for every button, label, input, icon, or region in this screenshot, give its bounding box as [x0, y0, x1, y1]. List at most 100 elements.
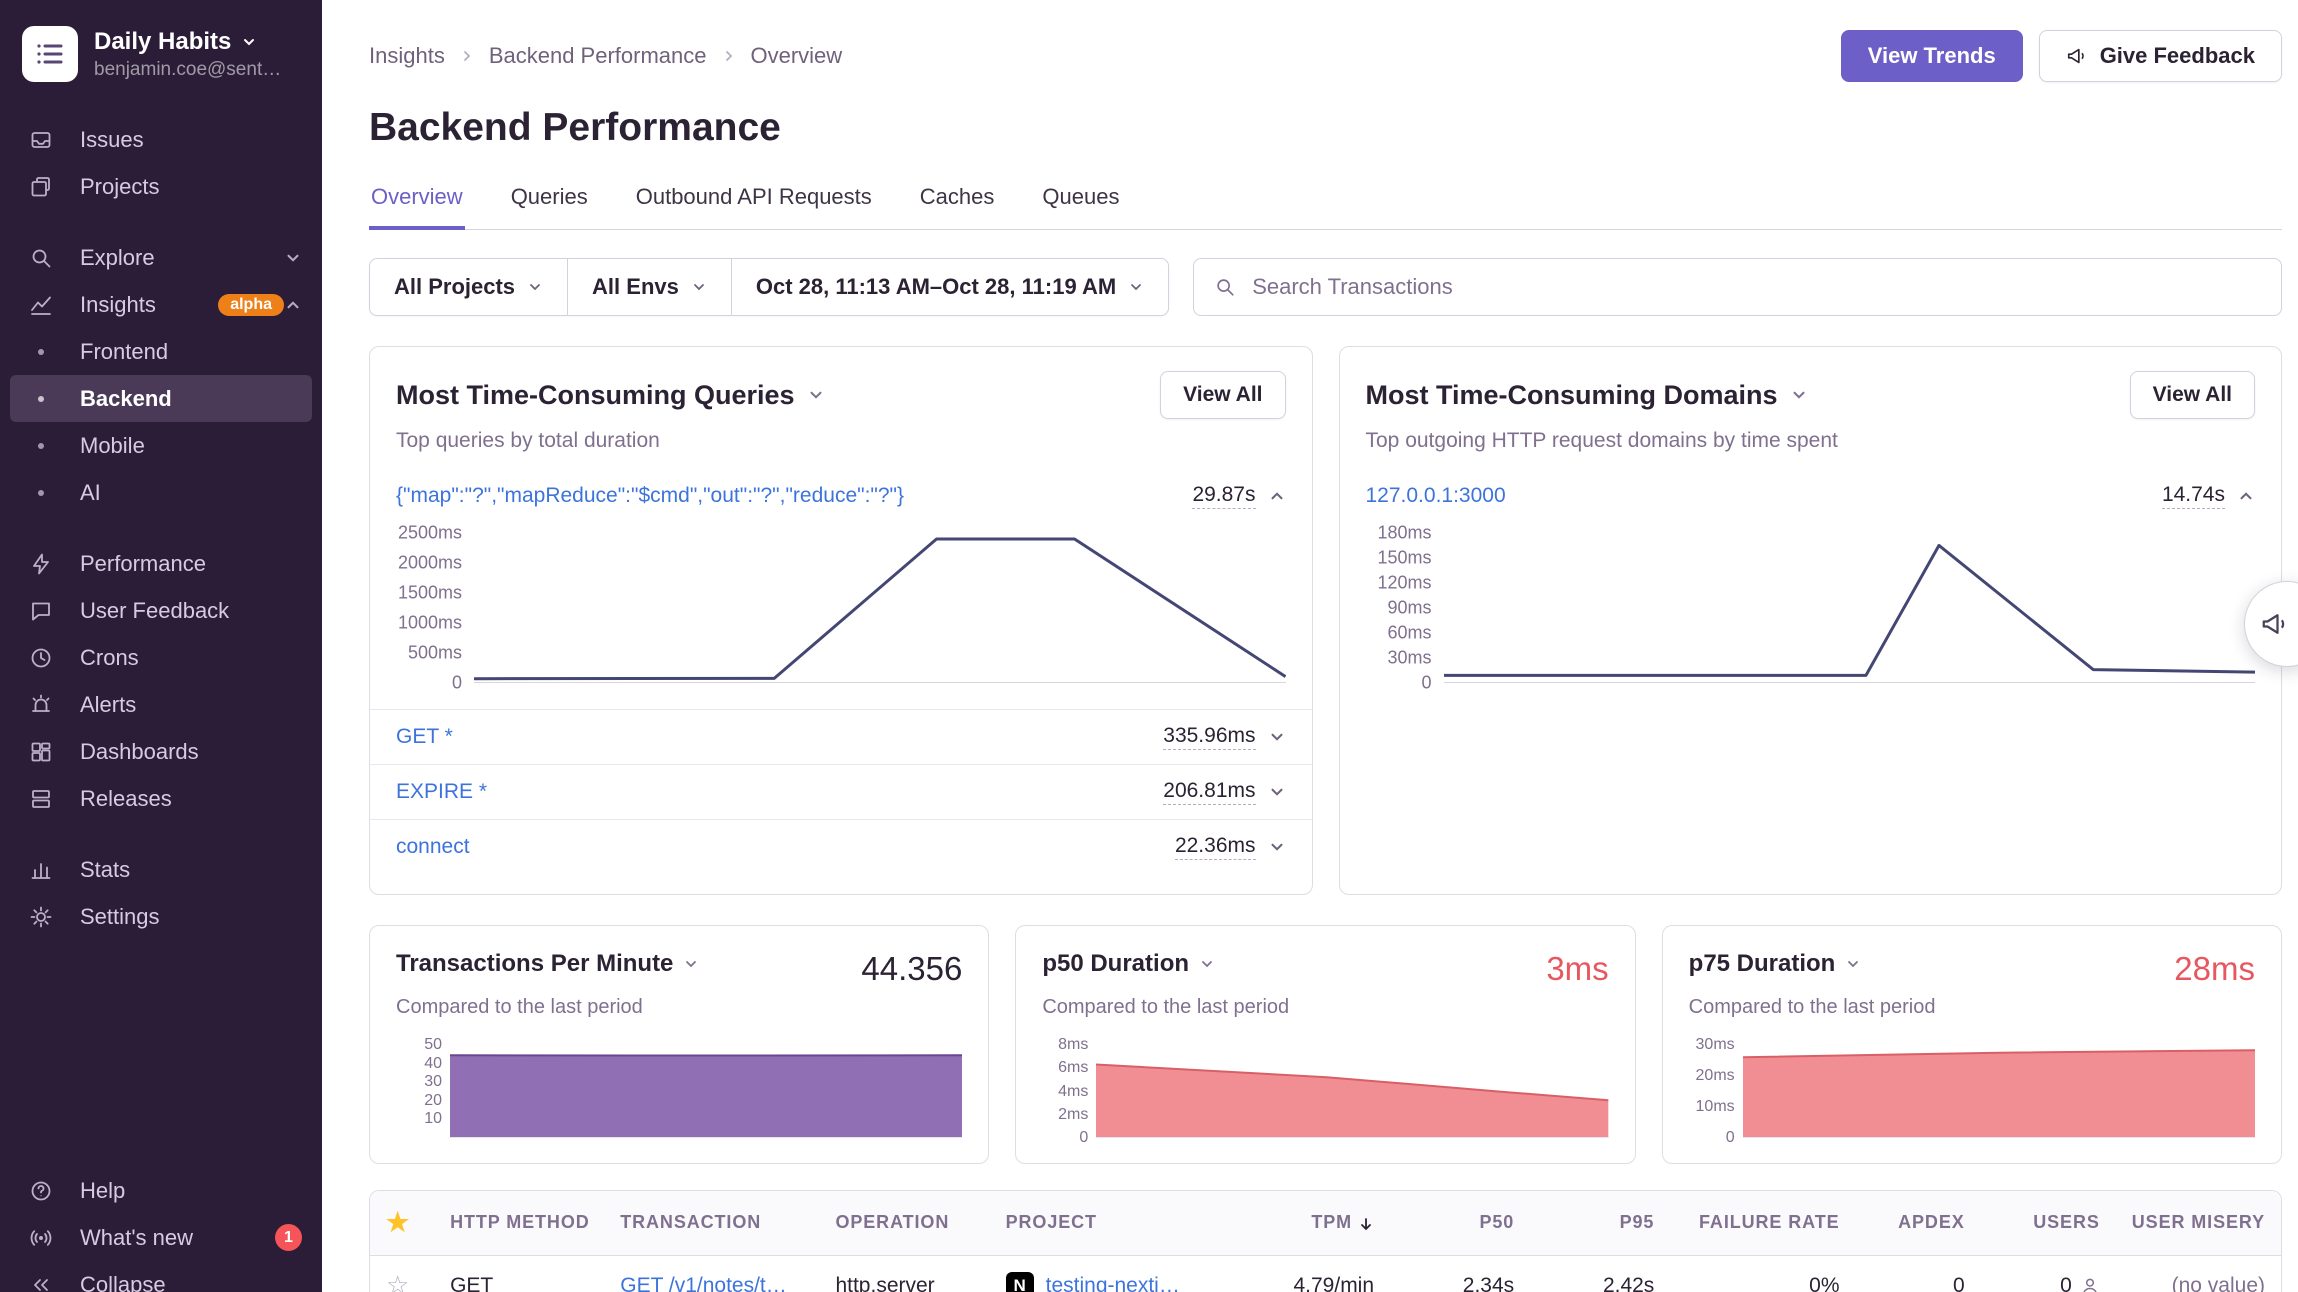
- sidebar-item-frontend[interactable]: Frontend: [10, 328, 312, 375]
- card-subtitle: Compared to the last period: [1042, 996, 1608, 1019]
- column-apdex[interactable]: APDEX: [1856, 1191, 1981, 1255]
- chevron-down-icon: [1268, 783, 1286, 801]
- failure-rate-cell: 0%: [1670, 1255, 1855, 1292]
- p50-chart: 8ms6ms4ms2ms0: [1042, 1045, 1608, 1138]
- sidebar-item-label: User Feedback: [80, 598, 302, 624]
- favorite-cell[interactable]: ☆: [370, 1255, 434, 1292]
- sidebar-item-collapse[interactable]: Collapse: [10, 1261, 312, 1292]
- sidebar-item-dashboards[interactable]: Dashboards: [10, 728, 312, 775]
- column-users[interactable]: USERS: [1981, 1191, 2116, 1255]
- column-p95[interactable]: P95: [1530, 1191, 1670, 1255]
- search-icon: [1214, 276, 1236, 298]
- chevron-down-icon: [683, 956, 699, 972]
- sidebar-group-tools: Performance User Feedback Crons: [0, 540, 322, 822]
- sidebar-item-alerts[interactable]: Alerts: [10, 681, 312, 728]
- tab-queues[interactable]: Queues: [1040, 182, 1121, 230]
- view-trends-button[interactable]: View Trends: [1841, 30, 2023, 82]
- chevron-up-icon: [284, 296, 302, 314]
- query-link[interactable]: EXPIRE *: [396, 780, 1151, 804]
- sidebar-item-label: Issues: [80, 127, 302, 153]
- sidebar-item-crons[interactable]: Crons: [10, 634, 312, 681]
- megaphone-icon: [2260, 609, 2290, 639]
- p75-card-title-dropdown[interactable]: p75 Duration: [1689, 950, 1862, 978]
- column-tpm-sorted[interactable]: TPM: [1225, 1191, 1390, 1255]
- sidebar-item-stats[interactable]: Stats: [10, 846, 312, 893]
- domain-link[interactable]: 127.0.0.1:3000: [1366, 484, 2150, 508]
- project-filter-label: All Projects: [394, 274, 515, 300]
- lightning-icon: [28, 551, 54, 577]
- query-link[interactable]: connect: [396, 835, 1163, 859]
- favorite-column-header[interactable]: ★: [370, 1191, 434, 1255]
- query-row[interactable]: connect 22.36ms: [370, 819, 1312, 874]
- star-icon: ★: [386, 1207, 410, 1237]
- chevron-up-icon: [1268, 487, 1286, 505]
- column-transaction[interactable]: TRANSACTION: [604, 1191, 819, 1255]
- queries-view-all-button[interactable]: View All: [1160, 371, 1285, 419]
- tab-queries[interactable]: Queries: [509, 182, 590, 230]
- chevron-down-icon: [527, 279, 543, 295]
- user-misery-cell: (no value): [2116, 1255, 2281, 1292]
- column-failure-rate[interactable]: FAILURE RATE: [1670, 1191, 1855, 1255]
- gear-icon: [28, 904, 54, 930]
- most-time-consuming-domains-panel: Most Time-Consuming Domains View All Top…: [1339, 346, 2283, 895]
- sidebar-footer: Help What's new 1 Collapse: [0, 1167, 322, 1292]
- sidebar-item-projects[interactable]: Projects: [10, 163, 312, 210]
- sidebar-item-explore[interactable]: Explore: [10, 234, 312, 281]
- sidebar-item-label: Collapse: [80, 1272, 302, 1292]
- date-range-filter[interactable]: Oct 28, 11:13 AM–Oct 28, 11:19 AM: [731, 259, 1168, 315]
- domain-row-expanded[interactable]: 127.0.0.1:3000 14.74s: [1340, 469, 2282, 523]
- sidebar-item-label: Mobile: [80, 433, 302, 459]
- tpm-card-title-dropdown[interactable]: Transactions Per Minute: [396, 950, 699, 978]
- give-feedback-button[interactable]: Give Feedback: [2039, 30, 2282, 82]
- column-user-misery[interactable]: USER MISERY: [2116, 1191, 2281, 1255]
- tpm-value: 44.356: [861, 950, 962, 988]
- environment-filter[interactable]: All Envs: [567, 259, 731, 315]
- domains-view-all-button[interactable]: View All: [2130, 371, 2255, 419]
- org-name: Daily Habits: [94, 28, 231, 56]
- query-row[interactable]: EXPIRE * 206.81ms: [370, 764, 1312, 819]
- give-feedback-label: Give Feedback: [2100, 43, 2255, 69]
- column-operation[interactable]: OPERATION: [819, 1191, 989, 1255]
- sidebar-item-label: Stats: [80, 857, 302, 883]
- sidebar-item-settings[interactable]: Settings: [10, 893, 312, 940]
- chevron-down-icon: [1790, 386, 1808, 404]
- p50-card-title-dropdown[interactable]: p50 Duration: [1042, 950, 1215, 978]
- query-link[interactable]: {"map":"?","mapReduce":"$cmd","out":"?",…: [396, 484, 1180, 508]
- sidebar-item-ai[interactable]: AI: [10, 469, 312, 516]
- sidebar-item-mobile[interactable]: Mobile: [10, 422, 312, 469]
- tpm-chart: 5040302010: [396, 1045, 962, 1138]
- tab-caches[interactable]: Caches: [918, 182, 997, 230]
- users-count: 0: [2060, 1274, 2072, 1292]
- tab-outbound-api-requests[interactable]: Outbound API Requests: [634, 182, 874, 230]
- queries-panel-title-dropdown[interactable]: Most Time-Consuming Queries: [396, 380, 825, 411]
- sidebar-item-issues[interactable]: Issues: [10, 116, 312, 163]
- column-p50[interactable]: P50: [1390, 1191, 1530, 1255]
- domains-panel-title-dropdown[interactable]: Most Time-Consuming Domains: [1366, 380, 1808, 411]
- query-link[interactable]: GET *: [396, 725, 1151, 749]
- sidebar-item-releases[interactable]: Releases: [10, 775, 312, 822]
- query-row-expanded[interactable]: {"map":"?","mapReduce":"$cmd","out":"?",…: [370, 469, 1312, 523]
- chevron-down-icon: [284, 249, 302, 267]
- sidebar-item-performance[interactable]: Performance: [10, 540, 312, 587]
- sidebar-group-meta: Stats Settings: [0, 846, 322, 940]
- transaction-link[interactable]: GET /v1/notes/t…: [620, 1274, 787, 1292]
- transaction-cell: GET /v1/notes/t…: [604, 1255, 819, 1292]
- sidebar-item-whats-new[interactable]: What's new 1: [10, 1214, 312, 1261]
- org-switcher[interactable]: Daily Habits benjamin.coe@sent…: [0, 22, 322, 102]
- breadcrumb-insights[interactable]: Insights: [369, 43, 445, 69]
- p50-duration-card: p50 Duration 3ms Compared to the last pe…: [1015, 925, 1635, 1164]
- query-row[interactable]: GET * 335.96ms: [370, 709, 1312, 764]
- project-filter[interactable]: All Projects: [370, 259, 567, 315]
- sidebar-item-user-feedback[interactable]: User Feedback: [10, 587, 312, 634]
- column-http-method[interactable]: HTTP METHOD: [434, 1191, 604, 1255]
- sidebar-item-backend[interactable]: Backend: [10, 375, 312, 422]
- org-avatar: [22, 26, 78, 82]
- breadcrumb-backend-performance[interactable]: Backend Performance: [489, 43, 707, 69]
- tab-overview[interactable]: Overview: [369, 182, 465, 230]
- sidebar-item-label: Insights: [80, 292, 206, 318]
- sidebar-item-help[interactable]: Help: [10, 1167, 312, 1214]
- search-input[interactable]: [1250, 273, 2261, 301]
- column-project[interactable]: PROJECT: [990, 1191, 1225, 1255]
- sidebar-item-insights[interactable]: Insights alpha: [10, 281, 312, 328]
- project-link[interactable]: testing-nextj…: [1046, 1274, 1180, 1292]
